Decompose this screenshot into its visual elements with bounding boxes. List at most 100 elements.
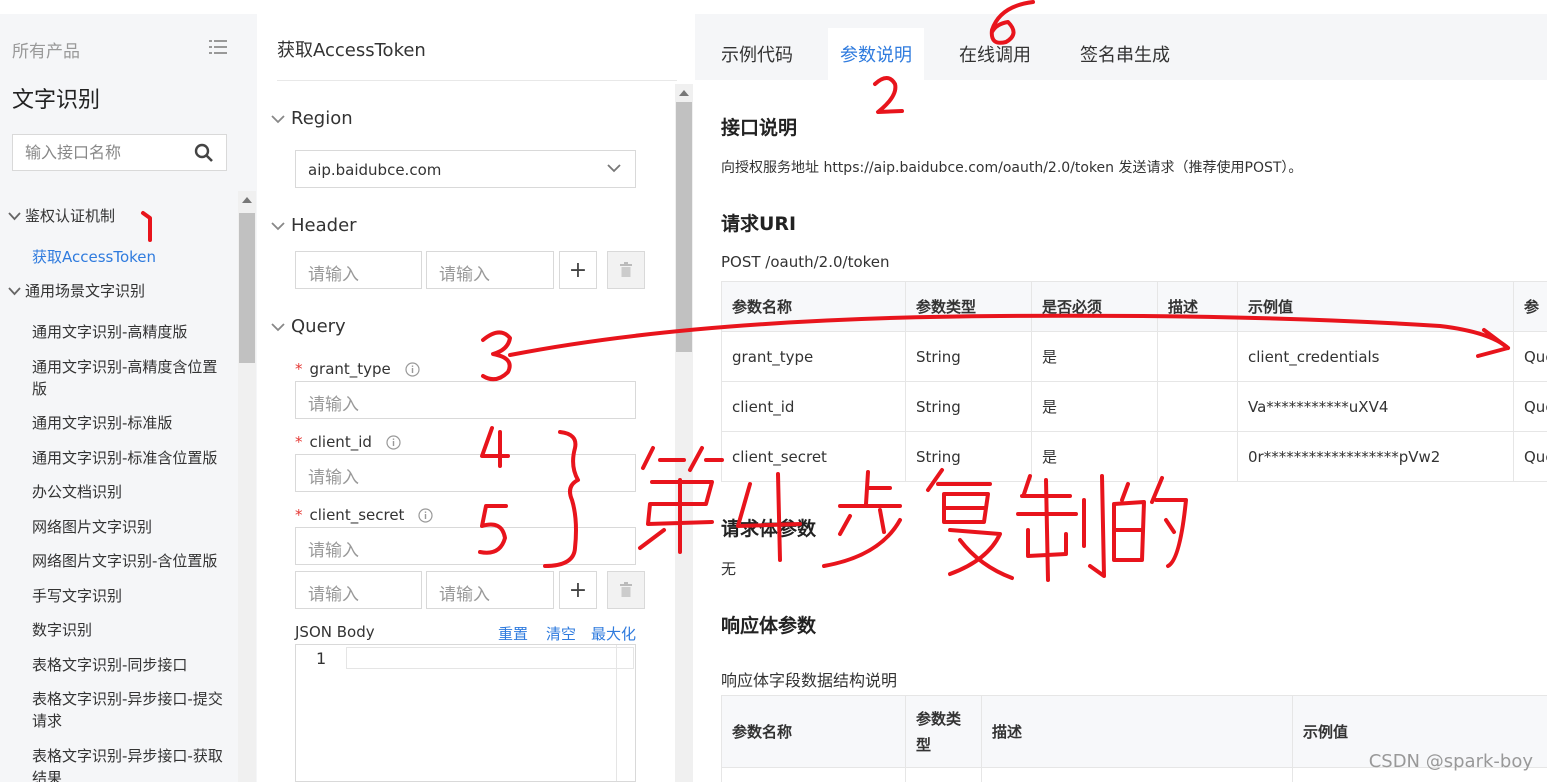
table-cell: 0r******************pVw2 <box>1237 431 1514 482</box>
search-icon[interactable] <box>194 143 214 163</box>
table-cell: client_id <box>721 381 906 432</box>
table-cell: Que <box>1513 381 1547 432</box>
watermark: CSDN @spark-boy <box>1368 751 1533 772</box>
info-icon[interactable] <box>418 507 434 523</box>
uri-heading: 请求URI <box>721 213 797 235</box>
tab-bar: 示例代码 参数说明 在线调用 签名串生成 <box>695 14 1547 80</box>
table-cell: grant_type <box>721 331 906 382</box>
reset-link[interactable]: 重置 <box>498 623 528 644</box>
add-query-button[interactable]: + <box>559 571 597 609</box>
scrollbar-thumb[interactable] <box>239 213 255 363</box>
response-params-heading: 响应体参数 <box>721 615 817 637</box>
region-select-value: aip.baidubce.com <box>308 161 442 179</box>
client-secret-input[interactable]: 请输入 <box>295 527 636 565</box>
sidebar-item[interactable]: 办公文档识别 <box>32 481 227 503</box>
list-icon[interactable] <box>209 40 227 54</box>
tab-online-call[interactable]: 在线调用 <box>945 28 1045 80</box>
json-body-editor[interactable]: 1 <box>295 644 636 782</box>
tab-sample-code[interactable]: 示例代码 <box>707 28 807 80</box>
delete-query-button[interactable] <box>607 571 645 609</box>
info-icon[interactable] <box>386 434 401 450</box>
table-header-row: 参数名称 参数类型 是否必须 描述 示例值 参 <box>721 281 1547 332</box>
body-params-heading: 请求体参数 <box>721 518 817 540</box>
chevron-down-icon <box>8 286 21 295</box>
grant-type-input[interactable]: 请输入 <box>295 381 636 419</box>
section-header-toggle[interactable]: Header <box>271 215 357 236</box>
table-cell <box>1157 331 1238 382</box>
info-icon[interactable] <box>405 361 420 377</box>
editor-ruler <box>616 645 617 781</box>
sidebar-item[interactable]: 数字识别 <box>32 619 227 641</box>
sidebar-item[interactable]: 表格文字识别-同步接口 <box>32 654 227 676</box>
divider <box>277 80 677 81</box>
table-cell: 是 <box>1031 331 1158 382</box>
sidebar: 所有产品 文字识别 鉴权认证机制 获取AccessToken 通用场景文字识别 … <box>0 14 257 782</box>
field-name: client_secret <box>309 506 405 524</box>
panel-title: 获取AccessToken <box>277 40 426 61</box>
section-label: Header <box>291 215 357 236</box>
api-search-input[interactable] <box>13 135 193 170</box>
field-name: client_id <box>309 433 372 451</box>
maximize-link[interactable]: 最大化 <box>591 623 636 644</box>
section-query-toggle[interactable]: Query <box>271 316 346 337</box>
delete-header-button[interactable] <box>607 251 645 289</box>
column-header: 描述 <box>981 695 1293 768</box>
tab-signature[interactable]: 签名串生成 <box>1065 28 1185 80</box>
scroll-up-icon[interactable] <box>679 90 689 96</box>
sidebar-scrollbar[interactable] <box>238 191 256 782</box>
nav-group-general-ocr[interactable]: 通用场景文字识别 <box>8 280 145 301</box>
table-cell <box>1157 381 1238 432</box>
nav-group-auth[interactable]: 鉴权认证机制 <box>8 205 115 226</box>
clear-link[interactable]: 清空 <box>546 623 576 644</box>
sidebar-item[interactable]: 通用文字识别-高精度含位置版 <box>32 356 227 400</box>
sidebar-item[interactable]: 通用文字识别-标准含位置版 <box>32 447 227 469</box>
field-name: grant_type <box>309 360 391 378</box>
request-builder-panel: 获取AccessToken Region aip.baidubce.com He… <box>257 14 695 782</box>
sidebar-item[interactable]: 网络图片文字识别 <box>32 516 227 538</box>
table-cell: String <box>905 331 1032 382</box>
sidebar-item[interactable]: 表格文字识别-异步接口-提交请求 <box>32 688 227 732</box>
docs-panel: 示例代码 参数说明 在线调用 签名串生成 接口说明 向授权服务地址 https:… <box>695 14 1547 782</box>
header-value-input[interactable]: 请输入 <box>426 251 554 289</box>
uri-text: POST /oauth/2.0/token <box>721 253 890 271</box>
section-region-toggle[interactable]: Region <box>271 108 353 129</box>
query-value-input[interactable]: 请输入 <box>426 571 554 609</box>
sidebar-item[interactable]: 通用文字识别-高精度版 <box>32 321 227 343</box>
table-cell: client_credentials <box>1237 331 1514 382</box>
plus-icon: + <box>568 577 588 603</box>
client-id-input[interactable]: 请输入 <box>295 454 636 492</box>
sidebar-item-get-access-token[interactable]: 获取AccessToken <box>32 246 227 268</box>
column-header: 是否必须 <box>1031 281 1158 332</box>
api-desc-heading: 接口说明 <box>721 117 798 139</box>
api-desc-text: 向授权服务地址 https://aip.baidubce.com/oauth/2… <box>721 160 1303 176</box>
product-title: 文字识别 <box>12 88 101 113</box>
chevron-down-icon <box>8 211 21 220</box>
table-cell: client_secret <box>721 431 906 482</box>
column-header: 描述 <box>1157 281 1238 332</box>
scroll-up-icon[interactable] <box>242 197 252 203</box>
section-label: Query <box>291 316 346 337</box>
field-label-client-id: * client_id <box>295 433 401 451</box>
tab-param-docs[interactable]: 参数说明 <box>828 28 924 80</box>
trash-icon <box>620 582 632 597</box>
panel-scrollbar[interactable] <box>675 84 693 782</box>
query-key-input[interactable]: 请输入 <box>295 571 422 609</box>
all-products-link[interactable]: 所有产品 <box>12 37 80 62</box>
sidebar-item[interactable]: 网络图片文字识别-含位置版 <box>32 550 227 572</box>
chevron-down-icon <box>271 114 285 123</box>
column-header: 参 <box>1513 281 1547 332</box>
sidebar-item[interactable]: 表格文字识别-异步接口-获取结果 <box>32 745 227 782</box>
request-params-table: 参数名称 参数类型 是否必须 描述 示例值 参 grant_type Strin… <box>721 281 1547 482</box>
field-label-grant-type: * grant_type <box>295 360 420 378</box>
sidebar-item[interactable]: 通用文字识别-标准版 <box>32 412 227 434</box>
add-header-button[interactable]: + <box>559 251 597 289</box>
plus-icon: + <box>568 257 588 283</box>
editor-active-line[interactable] <box>346 647 634 669</box>
nav-group-label: 通用场景文字识别 <box>25 282 146 300</box>
region-select[interactable]: aip.baidubce.com <box>295 150 636 188</box>
table-cell: Que <box>1513 331 1547 382</box>
scrollbar-thumb[interactable] <box>676 102 692 352</box>
header-key-input[interactable]: 请输入 <box>295 251 422 289</box>
column-header: 参数名称 <box>721 695 906 768</box>
sidebar-item[interactable]: 手写文字识别 <box>32 585 227 607</box>
